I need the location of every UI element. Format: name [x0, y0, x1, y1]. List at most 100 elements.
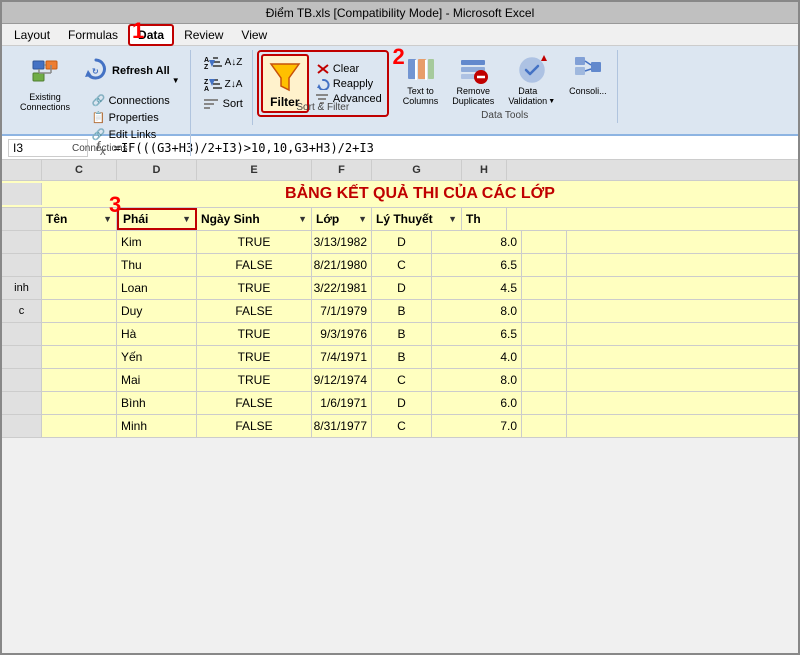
cell-e-1[interactable]: TRUE: [197, 231, 312, 253]
cell-f-5[interactable]: 9/3/1976: [312, 323, 372, 345]
cell-e-8[interactable]: FALSE: [197, 392, 312, 414]
cell-e-7[interactable]: TRUE: [197, 369, 312, 391]
cell-g-7[interactable]: C: [372, 369, 432, 391]
refresh-dropdown-arrow[interactable]: ▼: [172, 76, 180, 85]
cell-f-1[interactable]: 3/13/1982: [312, 231, 372, 253]
cell-e-2[interactable]: FALSE: [197, 254, 312, 276]
data-validation-label: DataValidation: [508, 87, 547, 107]
text-to-columns-label: Text toColumns: [403, 87, 439, 107]
cell-d-8[interactable]: Bình: [117, 392, 197, 414]
filter-arrow-ten[interactable]: ▼: [103, 214, 112, 224]
properties-button[interactable]: 📋 Properties: [89, 110, 173, 125]
text-to-columns-button[interactable]: Text toColumns: [399, 53, 443, 109]
filter-label-lythuyet: Lý Thuyết: [376, 212, 433, 226]
properties-icon: 📋: [92, 111, 106, 124]
consolidate-button[interactable]: Consoli...: [565, 53, 611, 99]
menu-item-view[interactable]: View: [233, 26, 275, 44]
filter-arrow-ngaysinh[interactable]: ▼: [298, 214, 307, 224]
filter-cell-lop[interactable]: Lớp ▼: [312, 208, 372, 230]
cell-e-9[interactable]: FALSE: [197, 415, 312, 437]
existing-connections-button[interactable]: ExistingConnections: [16, 53, 74, 115]
connections-button[interactable]: 🔗 Connections: [89, 93, 173, 108]
existing-connections-icon: [29, 55, 61, 91]
filter-cell-ngaysinh[interactable]: Ngày Sinh ▼: [197, 208, 312, 230]
cell-g-1[interactable]: D: [372, 231, 432, 253]
cell-h-1[interactable]: 8.0: [432, 231, 522, 253]
cell-g-3[interactable]: D: [372, 277, 432, 299]
cell-f-7[interactable]: 9/12/1974: [312, 369, 372, 391]
cell-f-6[interactable]: 7/4/1971: [312, 346, 372, 368]
cell-g-5[interactable]: B: [372, 323, 432, 345]
row-num-4: c: [2, 300, 42, 322]
text-to-columns-icon: [406, 55, 436, 85]
menu-item-data[interactable]: Data: [128, 24, 174, 46]
cell-h-7[interactable]: 8.0: [432, 369, 522, 391]
cell-h-6[interactable]: 4.0: [432, 346, 522, 368]
menu-item-layout[interactable]: Layout: [6, 26, 58, 44]
cell-f-4[interactable]: 7/1/1979: [312, 300, 372, 322]
clear-button[interactable]: Clear: [313, 62, 385, 76]
menu-bar: Layout Formulas Data Review View 1: [2, 24, 798, 46]
cell-c-1: [42, 231, 117, 253]
cell-e-4[interactable]: FALSE: [197, 300, 312, 322]
cell-h-5[interactable]: 6.5: [432, 323, 522, 345]
table-row: Kim TRUE 3/13/1982 D 8.0: [2, 231, 798, 254]
cell-d-6[interactable]: Yến: [117, 346, 197, 368]
cell-e-5[interactable]: TRUE: [197, 323, 312, 345]
cell-d-1[interactable]: Kim: [117, 231, 197, 253]
cell-h-2[interactable]: 6.5: [432, 254, 522, 276]
filter-cell-ten[interactable]: Tên ▼: [42, 208, 117, 230]
filter-cell-phai[interactable]: Phái ▼ 3: [117, 208, 197, 230]
filter-icon: [267, 58, 303, 94]
row-num-header: [2, 160, 42, 180]
cell-d-7[interactable]: Mai: [117, 369, 197, 391]
svg-text:A: A: [204, 57, 209, 64]
filter-arrow-phai[interactable]: ▼: [182, 214, 191, 224]
cell-f-9[interactable]: 8/31/1977: [312, 415, 372, 437]
cell-g-6[interactable]: B: [372, 346, 432, 368]
menu-item-review[interactable]: Review: [176, 26, 231, 44]
remove-duplicates-button[interactable]: RemoveDuplicates: [448, 53, 498, 109]
table-row: c Duy FALSE 7/1/1979 B 8.0: [2, 300, 798, 323]
ribbon-group-filter: Filter Clear Reapp: [257, 50, 389, 117]
refresh-all-button[interactable]: ↻ Refresh All ▼: [78, 53, 184, 89]
data-validation-button[interactable]: DataValidation ▼: [504, 53, 559, 109]
filter-arrow-lythuyet[interactable]: ▼: [448, 214, 457, 224]
edit-links-button[interactable]: 🔗 Edit Links: [89, 127, 173, 142]
cell-f-2[interactable]: 8/21/1980: [312, 254, 372, 276]
cell-h-3[interactable]: 4.5: [432, 277, 522, 299]
cell-d-4[interactable]: Duy: [117, 300, 197, 322]
cell-e-6[interactable]: TRUE: [197, 346, 312, 368]
reapply-button[interactable]: Reapply: [313, 77, 385, 91]
sort-az-button[interactable]: A Z A↓Z: [201, 53, 246, 71]
filter-cell-th: Th: [462, 208, 507, 230]
sort-button[interactable]: Sort: [201, 97, 246, 111]
cell-e-3[interactable]: TRUE: [197, 277, 312, 299]
filter-cell-lythuyet[interactable]: Lý Thuyết ▼: [372, 208, 462, 230]
cell-d-5[interactable]: Hà: [117, 323, 197, 345]
cell-h-4[interactable]: 8.0: [432, 300, 522, 322]
table-row: Minh FALSE 8/31/1977 C 7.0: [2, 415, 798, 438]
row-num-3: inh: [2, 277, 42, 299]
cell-d-3[interactable]: Loan: [117, 277, 197, 299]
menu-item-formulas[interactable]: Formulas: [60, 26, 126, 44]
cell-g-8[interactable]: D: [372, 392, 432, 414]
cell-g-4[interactable]: B: [372, 300, 432, 322]
data-validation-arrow[interactable]: ▼: [548, 98, 555, 105]
refresh-icon: ↻: [82, 55, 110, 87]
col-header-h: H: [462, 160, 507, 180]
cell-h-9[interactable]: 7.0: [432, 415, 522, 437]
column-header-row: C D E F G H: [2, 160, 798, 181]
cell-f-8[interactable]: 1/6/1971: [312, 392, 372, 414]
cell-d-9[interactable]: Minh: [117, 415, 197, 437]
sort-za-button[interactable]: Z A Z↓A: [201, 75, 246, 93]
cell-f-3[interactable]: 3/22/1981: [312, 277, 372, 299]
cell-d-2[interactable]: Thu: [117, 254, 197, 276]
table-row: inh Loan TRUE 3/22/1981 D 4.5: [2, 277, 798, 300]
ribbon-group-connections: ExistingConnections ↻ Refres: [10, 50, 191, 156]
cell-g-2[interactable]: C: [372, 254, 432, 276]
sort-az-label: A↓Z: [225, 57, 243, 68]
cell-g-9[interactable]: C: [372, 415, 432, 437]
filter-arrow-lop[interactable]: ▼: [358, 214, 367, 224]
cell-h-8[interactable]: 6.0: [432, 392, 522, 414]
